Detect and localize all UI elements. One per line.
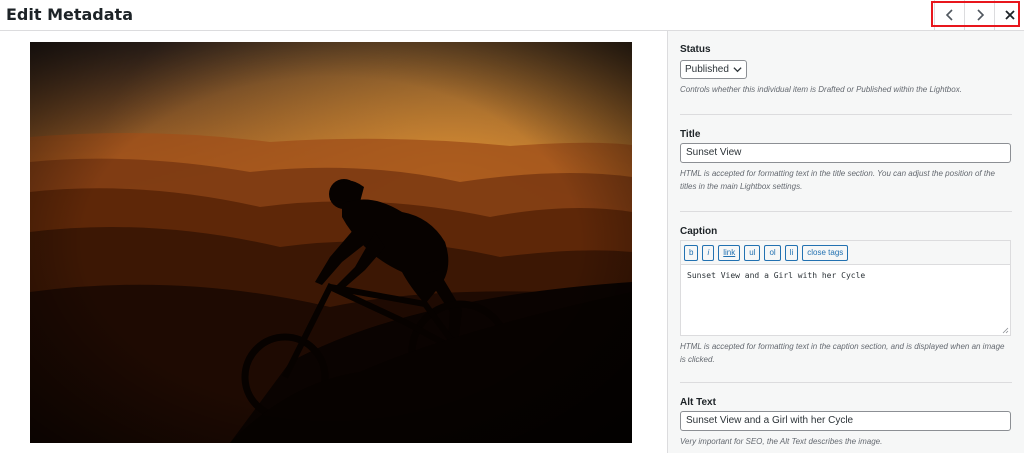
ol-tag-button[interactable]: ol xyxy=(764,244,781,261)
alt-text-input[interactable]: Sunset View and a Girl with her Cycle xyxy=(680,411,1011,431)
status-select[interactable]: Published xyxy=(680,60,747,79)
bold-tag-button[interactable]: b xyxy=(684,244,699,261)
status-label: Status xyxy=(680,44,711,55)
caption-textarea[interactable]: Sunset View and a Girl with her Cycle xyxy=(680,264,1011,336)
chevron-left-icon xyxy=(945,9,953,21)
title-label: Title xyxy=(680,129,701,140)
modal-title: Edit Metadata xyxy=(6,5,133,24)
alt-text-section: Alt Text Sunset View and a Girl with her… xyxy=(680,397,1012,448)
previous-button[interactable] xyxy=(934,0,965,30)
caption-section: Caption b i link ul ol li close tags Sun… xyxy=(680,226,1012,366)
li-tag-button[interactable]: li xyxy=(784,244,799,261)
title-help: HTML is accepted for formatting text in … xyxy=(680,169,995,191)
close-tags-button[interactable]: close tags xyxy=(802,244,849,261)
close-icon xyxy=(1005,10,1015,20)
divider xyxy=(680,382,1012,383)
caption-help: HTML is accepted for formatting text in … xyxy=(680,342,1005,364)
title-section: Title Sunset View HTML is accepted for f… xyxy=(680,129,1012,193)
metadata-sidebar: Status Published Controls whether this i… xyxy=(667,31,1024,453)
link-tag-button[interactable]: link xyxy=(718,244,741,261)
close-button[interactable] xyxy=(994,0,1024,30)
caption-text: Sunset View and a Girl with her Cycle xyxy=(687,271,866,280)
caption-quicktags-toolbar: b i link ul ol li close tags xyxy=(680,240,1011,264)
alt-text-label: Alt Text xyxy=(680,397,716,408)
next-button[interactable] xyxy=(964,0,995,30)
status-section: Status Published Controls whether this i… xyxy=(680,44,1012,96)
title-input[interactable]: Sunset View xyxy=(680,143,1011,163)
italic-tag-button[interactable]: i xyxy=(702,244,715,261)
divider xyxy=(680,114,1012,115)
chevron-down-icon xyxy=(733,67,742,73)
divider xyxy=(680,211,1012,212)
ul-tag-button[interactable]: ul xyxy=(744,244,761,261)
modal-header: Edit Metadata xyxy=(0,0,1024,31)
caption-label: Caption xyxy=(680,226,718,237)
sunset-cyclist-photo xyxy=(30,42,632,443)
status-help: Controls whether this individual item is… xyxy=(680,85,962,94)
modal-nav xyxy=(924,0,1024,30)
chevron-right-icon xyxy=(977,9,985,21)
alt-text-help: Very important for SEO, the Alt Text des… xyxy=(680,437,883,446)
resize-handle-icon[interactable] xyxy=(1002,327,1009,334)
status-value: Published xyxy=(685,64,729,75)
